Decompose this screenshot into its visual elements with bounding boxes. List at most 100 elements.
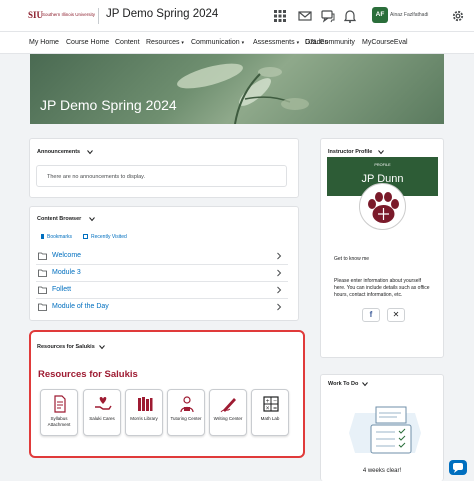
nav-d2l-community[interactable]: D2L Community — [305, 39, 355, 46]
nav-communication-label: Communication — [191, 39, 240, 46]
content-item-label: Follett — [52, 286, 72, 293]
folder-icon — [38, 303, 47, 311]
recent-icon — [83, 234, 88, 239]
calculator-icon: + − × = — [263, 396, 279, 412]
resource-tile-tutoring-center[interactable]: Tutoring Center — [167, 389, 205, 436]
course-banner: JP Demo Spring 2024 — [30, 54, 444, 124]
chat-bubble-icon — [453, 463, 463, 473]
chevron-down-icon[interactable] — [378, 149, 384, 155]
clipboard-illustration — [349, 406, 421, 454]
content-item-welcome[interactable]: Welcome — [36, 248, 288, 265]
books-icon — [138, 397, 153, 411]
resource-tile-morris-library[interactable]: Morris Library — [125, 389, 163, 436]
tutor-icon — [180, 396, 194, 413]
instructor-profile-widget: Instructor Profile PROFILE JP Dunn Get t… — [320, 138, 444, 358]
svg-text:=: = — [273, 406, 277, 412]
chevron-right-icon — [277, 303, 282, 311]
logo-mark: SIU — [28, 10, 44, 20]
chevron-down-icon[interactable] — [89, 216, 95, 222]
top-bar: SIU Southern Illinois University JP Demo… — [0, 0, 474, 32]
nav-mycourseeval[interactable]: MyCourseEval — [362, 39, 408, 46]
svg-text:×: × — [266, 406, 270, 412]
bell-icon[interactable] — [342, 8, 358, 24]
chevron-right-icon — [277, 286, 282, 294]
work-to-do-status: 4 weeks clear! — [362, 468, 402, 474]
announcements-empty-box: There are no announcements to display. — [36, 165, 287, 187]
course-navbar: My Home Course Home Content Resources ▾ … — [0, 32, 474, 54]
chat-icon[interactable] — [320, 8, 336, 24]
nav-assessments-label: Assessments — [253, 39, 295, 46]
x-icon[interactable]: ✕ — [387, 308, 405, 322]
resource-tile-math-lab[interactable]: + − × = Math Lab — [251, 389, 289, 436]
folder-icon — [38, 252, 47, 260]
bookmarks-link[interactable]: Bookmarks — [41, 234, 72, 240]
recently-visited-link[interactable]: Recently Visited — [83, 234, 127, 240]
nav-content[interactable]: Content — [115, 39, 140, 46]
grid-icon[interactable] — [272, 8, 288, 24]
resource-tile-label: Saluki Cares — [89, 416, 115, 421]
resources-heading: Resources for Salukis — [38, 369, 138, 380]
chevron-down-icon[interactable] — [362, 381, 368, 387]
recently-visited-label: Recently Visited — [91, 234, 127, 240]
content-item-module-of-the-day[interactable]: Module of the Day — [36, 299, 288, 316]
resources-widget: Resources for Salukis Resources for Salu… — [29, 330, 305, 458]
work-to-do-title: Work To Do — [328, 381, 359, 387]
resource-tile-label: Math Lab — [260, 416, 280, 421]
folder-icon — [38, 269, 47, 277]
chevron-right-icon — [277, 269, 282, 277]
course-title[interactable]: JP Demo Spring 2024 — [106, 8, 218, 20]
nav-communication[interactable]: Communication ▾ — [191, 39, 244, 46]
chevron-down-icon: ▾ — [241, 40, 245, 46]
resource-tile-writing-center[interactable]: Writing Center — [209, 389, 247, 436]
bookmark-icon — [41, 234, 44, 239]
nav-assessments[interactable]: Assessments ▾ — [253, 39, 299, 46]
get-to-know-me: Get to know me — [334, 256, 370, 262]
bookmarks-label: Bookmarks — [47, 234, 73, 240]
chevron-down-icon: ▾ — [181, 40, 184, 46]
chevron-down-icon: ▾ — [296, 40, 300, 46]
banner-title: JP Demo Spring 2024 — [40, 97, 177, 113]
content-item-module-3[interactable]: Module 3 — [36, 265, 288, 282]
help-chat-button[interactable] — [449, 460, 467, 475]
chevron-down-icon[interactable] — [99, 344, 105, 350]
banner-plant-image — [177, 63, 309, 124]
svg-text:+: + — [266, 399, 270, 405]
content-item-follett[interactable]: Follett — [36, 282, 288, 299]
heart-hand-icon — [95, 397, 112, 410]
logo-text: Southern Illinois University — [42, 12, 96, 17]
facebook-icon[interactable]: f — [362, 308, 380, 322]
university-logo[interactable]: SIU Southern Illinois University — [28, 10, 96, 22]
content-item-label: Module 3 — [52, 269, 81, 276]
resource-tile-saluki-cares[interactable]: Saluki Cares — [83, 389, 121, 436]
resource-tile-label: Writing Center — [213, 416, 243, 421]
work-to-do-widget: Work To Do 4 weeks clear! — [320, 374, 444, 481]
profile-info-text: Please enter information about yourself … — [334, 278, 430, 298]
nav-my-home[interactable]: My Home — [29, 39, 59, 46]
resource-tile-syllabus[interactable]: Syllabus Attachment — [40, 389, 78, 436]
chevron-right-icon — [277, 252, 282, 260]
user-name[interactable]: Ainaz Fazlfathadi — [390, 12, 428, 18]
chevron-down-icon[interactable] — [87, 149, 93, 155]
profile-kicker: PROFILE — [374, 163, 391, 167]
gear-icon[interactable] — [450, 8, 466, 24]
nav-course-home[interactable]: Course Home — [66, 39, 109, 46]
instructor-profile-title: Instructor Profile — [328, 149, 373, 155]
svg-text:−: − — [273, 399, 277, 405]
mail-icon[interactable] — [297, 8, 313, 24]
content-browser-title: Content Browser — [37, 216, 82, 222]
content-browser-widget: Content Browser Bookmarks Recently Visit… — [29, 206, 299, 321]
avatar[interactable]: AF — [372, 7, 388, 23]
content-item-label: Welcome — [52, 252, 82, 259]
nav-resources-label: Resources — [146, 39, 180, 46]
nav-resources[interactable]: Resources ▾ — [146, 39, 184, 46]
announcements-widget: Announcements There are no announcements… — [29, 138, 299, 198]
announcements-empty-text: There are no announcements to display. — [47, 174, 146, 180]
paw-print-logo — [359, 183, 406, 230]
announcements-title: Announcements — [37, 149, 81, 155]
resources-widget-title: Resources for Salukis — [37, 344, 95, 350]
resource-tile-label: Syllabus Attachment — [47, 416, 71, 427]
document-icon — [54, 395, 66, 413]
content-item-label: Module of the Day — [52, 303, 109, 310]
resource-tile-label: Morris Library — [130, 416, 158, 421]
paw-icon — [368, 192, 399, 223]
